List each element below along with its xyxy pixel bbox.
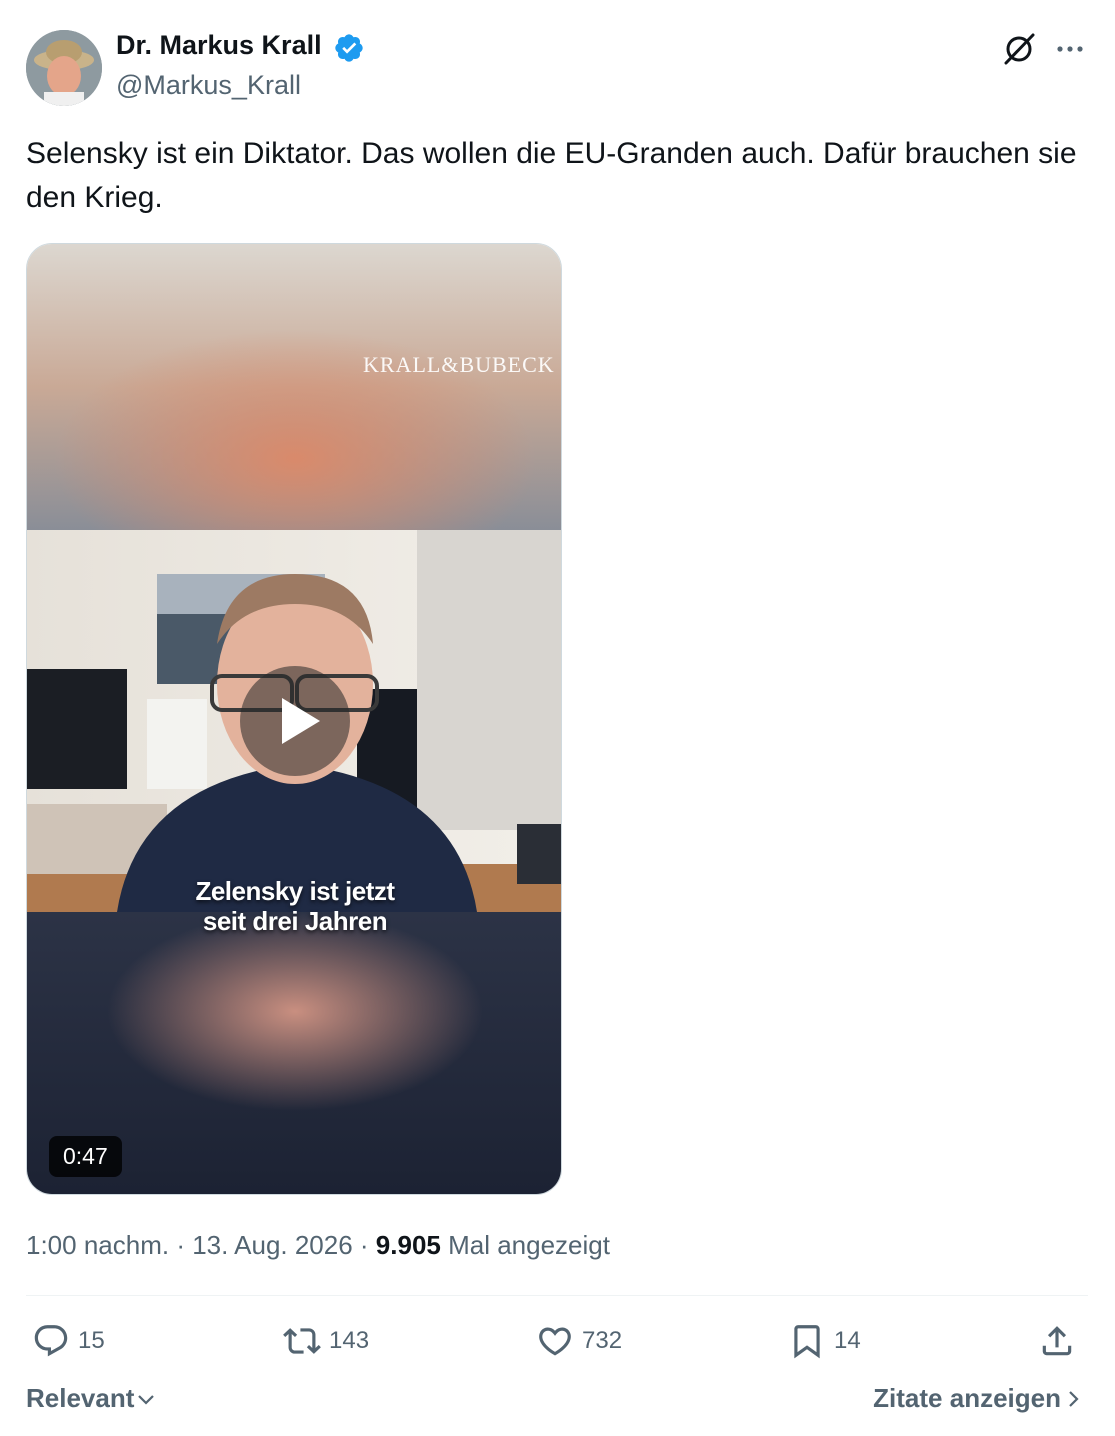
reply-count: 15 — [78, 1327, 105, 1354]
video-watermark: KRALL&BUBECK — [363, 352, 555, 377]
video-caption: Zelensky ist jetzt seit drei Jahren — [27, 876, 561, 936]
repost-icon — [283, 1328, 321, 1354]
tweet-date[interactable]: 13. Aug. 2026 — [192, 1230, 352, 1260]
author-handle[interactable]: @Markus_Krall — [116, 70, 301, 101]
tweet-time[interactable]: 1:00 nachm. — [26, 1230, 169, 1260]
reply-icon — [34, 1325, 68, 1357]
repost-count: 143 — [329, 1327, 370, 1354]
meta-separator: · — [169, 1230, 193, 1260]
more-options-icon[interactable] — [1054, 33, 1086, 65]
share-icon — [1042, 1326, 1072, 1356]
view-quotes-link[interactable]: Zitate anzeigen — [873, 1383, 1085, 1414]
verified-badge-icon[interactable] — [333, 32, 365, 64]
play-button[interactable] — [240, 666, 350, 776]
video-caption-line1: Zelensky ist jetzt — [195, 876, 395, 906]
chevron-right-icon — [1069, 1390, 1079, 1407]
repost-button[interactable]: 143 — [283, 1320, 369, 1362]
author-display-name[interactable]: Dr. Markus Krall — [116, 30, 322, 61]
chevron-down-icon — [138, 1394, 155, 1405]
tweet-meta: 1:00 nachm. · 13. Aug. 2026 · 9.905 Mal … — [26, 1230, 610, 1261]
video-player[interactable]: KRALL&BUBECK Zelensky ist jetzt seit dre… — [26, 243, 562, 1195]
video-duration: 0:47 — [49, 1136, 122, 1177]
share-button[interactable] — [1038, 1320, 1084, 1362]
heart-icon — [539, 1327, 571, 1356]
quotes-label: Zitate anzeigen — [873, 1383, 1061, 1413]
sort-replies-dropdown[interactable]: Relevant — [26, 1383, 158, 1414]
video-caption-line2: seit drei Jahren — [202, 906, 388, 936]
views-count: 9.905 — [375, 1230, 441, 1260]
bookmark-count: 14 — [834, 1327, 861, 1354]
sort-label: Relevant — [26, 1383, 135, 1413]
reply-button[interactable]: 15 — [32, 1320, 105, 1362]
bookmark-icon — [794, 1325, 820, 1359]
bookmark-button[interactable]: 14 — [788, 1320, 861, 1362]
grok-icon[interactable] — [1000, 30, 1038, 68]
divider — [26, 1295, 1088, 1296]
like-button[interactable]: 732 — [536, 1320, 622, 1362]
tweet-text: Selensky ist ein Diktator. Das wollen di… — [26, 137, 1077, 214]
like-count: 732 — [582, 1327, 623, 1354]
play-icon — [282, 698, 320, 744]
views-label: Mal angezeigt — [440, 1230, 610, 1260]
author-avatar[interactable] — [26, 30, 102, 106]
meta-separator: · — [352, 1230, 376, 1260]
